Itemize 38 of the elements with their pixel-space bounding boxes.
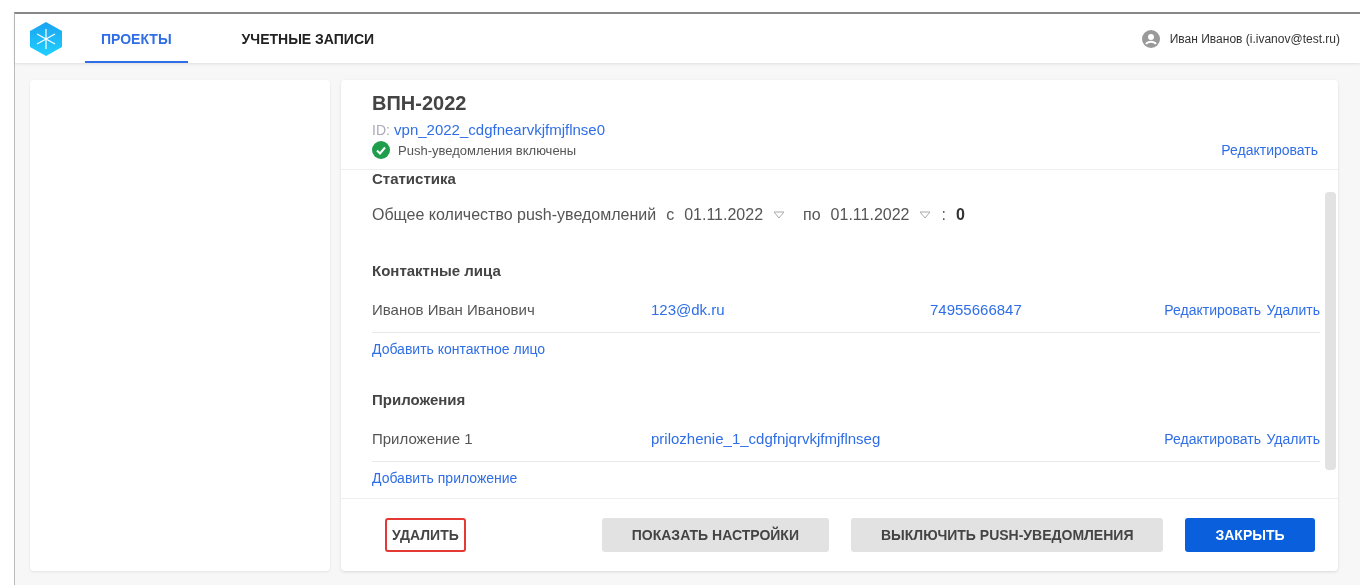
- from-label: с: [666, 206, 675, 224]
- app-id[interactable]: prilozhenie_1_cdgfnjqrvkjfmjflnseg: [651, 430, 1165, 447]
- date-from[interactable]: 01.11.2022: [684, 206, 764, 224]
- action-button[interactable]: ВЫКЛЮЧИТЬ PUSH-УВЕДОМЛЕНИЯ: [850, 518, 1164, 552]
- stat-total: 0: [955, 206, 965, 224]
- id-label: ID:: [372, 122, 390, 138]
- contact-name: Иванов Иван Иванович: [372, 301, 536, 318]
- section-heading: Статистика: [372, 170, 457, 187]
- nav-tab[interactable]: ПРОЕКТЫ: [85, 14, 188, 63]
- section-heading: Контактные лица: [372, 262, 502, 279]
- colon: :: [941, 206, 946, 224]
- date-to[interactable]: 01.11.2022: [830, 206, 910, 224]
- section-heading: Приложения: [372, 391, 467, 408]
- edit-link[interactable]: Редактировать: [1221, 142, 1318, 158]
- delete-link[interactable]: Удалить: [1261, 301, 1320, 318]
- dropdown-caret-icon[interactable]: [919, 211, 932, 219]
- action-button[interactable]: УДАЛИТЬ: [385, 518, 466, 552]
- contact-email[interactable]: 123@dk.ru: [651, 301, 930, 318]
- delete-link[interactable]: Удалить: [1261, 430, 1320, 447]
- dropdown-caret-icon[interactable]: [773, 211, 786, 219]
- to-label: по: [803, 206, 821, 224]
- user-name[interactable]: Иван Иванов (i.ivanov@test.ru): [1169, 31, 1340, 46]
- hexagon-logo-icon: [29, 20, 63, 57]
- edit-link[interactable]: Редактировать: [1164, 430, 1261, 447]
- user-avatar-icon[interactable]: [1141, 29, 1160, 48]
- close-button[interactable]: ЗАКРЫТЬ: [1185, 518, 1315, 552]
- nav-tab[interactable]: УЧЕТНЫЕ ЗАПИСИ: [225, 14, 391, 63]
- add-app-link[interactable]: Добавить приложение: [372, 470, 518, 486]
- push-status: Push-уведомления включены: [398, 142, 577, 158]
- project-id: vpn_2022_cdgfnearvkjfmjflnse0: [394, 121, 606, 138]
- scrollbar[interactable]: [1325, 192, 1336, 470]
- app-name: Приложение 1: [372, 430, 474, 447]
- add-contact-link[interactable]: Добавить контактное лицо: [372, 341, 546, 357]
- project-title: ВПН-2022: [372, 92, 468, 115]
- stat-label: Общее количество push-уведомлений: [372, 206, 657, 224]
- contact-phone[interactable]: 74955666847: [930, 301, 1165, 318]
- edit-link[interactable]: Редактировать: [1164, 301, 1261, 318]
- action-button[interactable]: ПОКАЗАТЬ НАСТРОЙКИ: [601, 518, 829, 552]
